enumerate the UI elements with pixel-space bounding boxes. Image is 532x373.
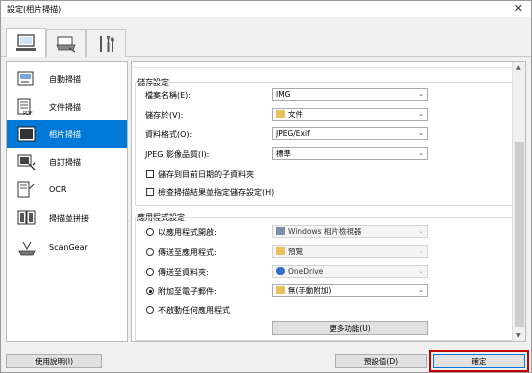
jpeg-quality-combo[interactable]: 標準 ⌄ [272, 147, 428, 160]
send-to-folder-value: OneDrive [288, 267, 324, 276]
ocr-icon [17, 181, 35, 198]
sidebar-item-stitch[interactable]: 掃描並拼接 [7, 204, 127, 232]
defaults-button[interactable]: 預設值(D) [335, 354, 427, 368]
onedrive-icon [276, 267, 285, 275]
scroll-up-icon[interactable]: ▲ [516, 64, 521, 71]
scanner-icon [56, 36, 76, 52]
ok-button[interactable]: 確定 [433, 354, 525, 368]
send-to-folder-label: 傳送至資料夾: [158, 268, 209, 277]
tab-scan-from-computer[interactable] [6, 28, 46, 57]
sidebar-item-label: 文件掃描 [49, 103, 81, 112]
save-in-label: 儲存於(V): [145, 111, 184, 120]
scrolled-content-edge [132, 62, 512, 68]
attach-email-value: 無(手動附加) [288, 286, 332, 295]
check-results-label: 檢查掃描結果並指定儲存設定(H) [158, 188, 275, 197]
file-name-value: IMG [276, 90, 291, 99]
photo-scan-icon [17, 126, 36, 142]
open-with-label: 以應用程式開啟: [158, 228, 217, 237]
computer-icon [16, 34, 36, 51]
subfolder-label: 儲存到目前日期的子資料夾 [158, 170, 254, 179]
no-start-label: 不啟動任何應用程式 [158, 306, 230, 315]
sidebar-item-label: ScanGear [49, 243, 88, 252]
tab-bar [1, 17, 531, 57]
attach-email-radio[interactable] [146, 287, 154, 295]
subfolder-checkbox[interactable] [146, 170, 154, 178]
file-name-combo[interactable]: IMG ⌄ [272, 88, 428, 101]
sidebar-item-label: 自訂掃描 [49, 158, 81, 167]
chevron-down-icon: ⌄ [418, 227, 424, 235]
send-to-app-label: 傳送至應用程式: [158, 248, 217, 257]
preview-folder-icon [276, 247, 285, 255]
send-to-app-combo[interactable]: 預覽 ⌄ [272, 245, 428, 258]
sidebar-item-auto-scan[interactable]: 自動掃描 [7, 65, 127, 93]
save-in-combo[interactable]: 文件 ⌄ [272, 108, 428, 121]
chevron-down-icon: ⌄ [418, 149, 424, 157]
scrollbar-thumb[interactable] [515, 142, 524, 327]
sidebar-item-label: OCR [49, 185, 67, 194]
chevron-down-icon: ⌄ [418, 90, 424, 98]
sidebar-item-label: 自動掃描 [49, 75, 81, 84]
settings-panel: ▲ ▼ 儲存設定 檔案名稱(E): IMG ⌄ 儲存於(V): 文件 ⌄ 資料格… [131, 61, 526, 342]
more-functions-button[interactable]: 更多功能(U) [272, 321, 428, 335]
tab-general-settings[interactable] [86, 29, 126, 57]
sidebar-item-label: 相片掃描 [49, 130, 81, 139]
send-to-folder-combo[interactable]: OneDrive ⌄ [272, 265, 428, 278]
jpeg-quality-label: JPEG 影像品質(I): [145, 150, 210, 159]
tools-icon [100, 35, 114, 52]
open-with-radio[interactable] [146, 228, 154, 236]
attach-email-label: 附加至電子郵件: [158, 287, 217, 296]
svg-text:PDF: PDF [23, 111, 33, 116]
sidebar-item-photo-scan[interactable]: 相片掃描 [7, 120, 127, 148]
stitch-icon [17, 210, 36, 225]
send-to-app-radio[interactable] [146, 248, 154, 256]
sidebar-item-custom-scan[interactable]: 自訂掃描 [7, 148, 127, 176]
jpeg-quality-value: 標準 [276, 149, 291, 158]
auto-scan-icon [17, 71, 34, 86]
open-with-combo[interactable]: Windows 相片檢視器 ⌄ [272, 225, 428, 238]
window-title: 設定(相片掃描) [7, 5, 62, 14]
data-format-combo[interactable]: JPEG/Exif ⌄ [272, 127, 428, 140]
attach-email-combo[interactable]: 無(手動附加) ⌄ [272, 284, 428, 297]
data-format-value: JPEG/Exif [276, 129, 310, 138]
scroll-down-icon[interactable]: ▼ [516, 332, 521, 339]
chevron-down-icon: ⌄ [418, 286, 424, 294]
chevron-down-icon: ⌄ [418, 267, 424, 275]
help-button[interactable]: 使用說明(I) [6, 354, 102, 368]
check-results-checkbox[interactable] [146, 188, 154, 196]
sidebar-item-document-scan[interactable]: PDF 文件掃描 [7, 93, 127, 121]
folder-icon [276, 110, 285, 118]
no-start-radio[interactable] [146, 306, 154, 314]
sidebar-item-label: 掃描並拼接 [49, 214, 89, 223]
settings-window: 設定(相片掃描) ✕ 自動掃描 PDF 文件掃描 相片掃描 自訂掃描 OCR 掃… [0, 0, 532, 373]
close-icon[interactable]: ✕ [514, 2, 523, 15]
chevron-down-icon: ⌄ [418, 247, 424, 255]
sidebar-item-ocr[interactable]: OCR [7, 176, 127, 204]
email-icon [276, 286, 285, 294]
open-with-value: Windows 相片檢視器 [288, 227, 362, 236]
save-in-value: 文件 [288, 110, 303, 119]
vertical-scrollbar[interactable]: ▲ ▼ [512, 62, 525, 341]
title-bar: 設定(相片掃描) ✕ [1, 1, 531, 17]
tab-scan-from-panel[interactable] [46, 29, 86, 57]
send-to-folder-radio[interactable] [146, 268, 154, 276]
file-name-label: 檔案名稱(E): [145, 91, 191, 100]
data-format-label: 資料格式(O): [145, 130, 193, 139]
chevron-down-icon: ⌄ [418, 129, 424, 137]
chevron-down-icon: ⌄ [418, 110, 424, 118]
scangear-icon [18, 241, 36, 256]
sidebar-item-scangear[interactable]: ScanGear [7, 234, 127, 262]
send-to-app-value: 預覽 [288, 247, 303, 256]
custom-scan-icon [17, 154, 36, 171]
document-scan-icon: PDF [17, 98, 33, 116]
photo-viewer-icon [276, 227, 285, 235]
scan-mode-sidebar: 自動掃描 PDF 文件掃描 相片掃描 自訂掃描 OCR 掃描並拼接 ScanGe… [6, 61, 128, 342]
